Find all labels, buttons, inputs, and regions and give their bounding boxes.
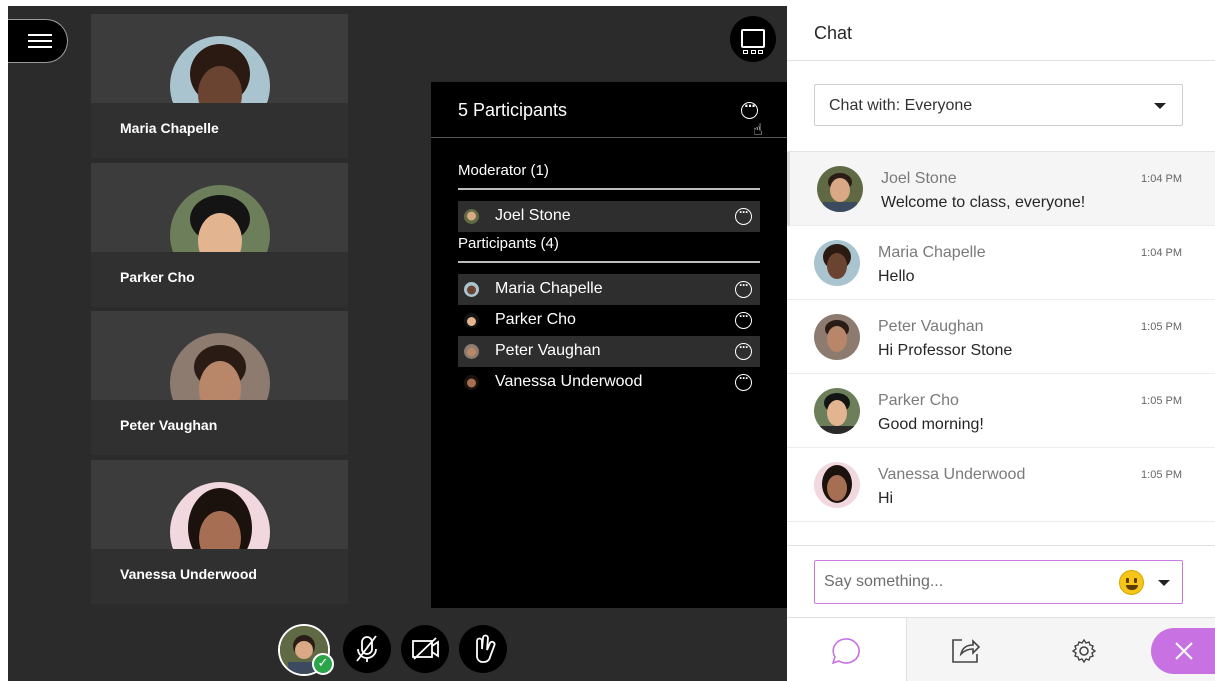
layout-button[interactable] bbox=[730, 16, 776, 62]
more-options-icon[interactable] bbox=[735, 340, 752, 360]
share-content-icon bbox=[952, 639, 981, 663]
video-tile-maria-chapelle[interactable]: Maria Chapelle bbox=[91, 14, 348, 158]
tab-settings[interactable] bbox=[1027, 618, 1147, 681]
raise-hand-button[interactable] bbox=[459, 625, 507, 673]
chat-message[interactable]: Joel Stone 1:04 PM Welcome to class, eve… bbox=[787, 152, 1215, 226]
participant-name: Maria Chapelle bbox=[495, 280, 603, 297]
message-sender: Maria Chapelle bbox=[878, 244, 986, 261]
message-time: 1:05 PM bbox=[1141, 321, 1182, 333]
participant-row-joel-stone[interactable]: Joel Stone bbox=[458, 201, 760, 232]
message-sender: Parker Cho bbox=[878, 392, 959, 409]
tile-name: Peter Vaughan bbox=[120, 417, 218, 433]
message-text: Hi bbox=[878, 490, 894, 507]
tab-chat[interactable] bbox=[787, 618, 907, 681]
message-time: 1:04 PM bbox=[1141, 247, 1182, 259]
more-options-icon[interactable] bbox=[735, 205, 752, 225]
message-text: Good morning! bbox=[878, 416, 984, 433]
chat-message[interactable]: Peter Vaughan 1:05 PM Hi Professor Stone bbox=[787, 300, 1215, 374]
message-time: 1:04 PM bbox=[1141, 173, 1182, 185]
participants-section-header: Participants (4) bbox=[458, 235, 760, 263]
tile-name: Maria Chapelle bbox=[120, 120, 219, 136]
message-sender: Peter Vaughan bbox=[878, 318, 984, 335]
avatar bbox=[814, 240, 860, 286]
chat-panel: Chat Chat with: Everyone Joel Stone 1:04… bbox=[787, 0, 1215, 681]
chat-bubble-icon bbox=[831, 638, 860, 665]
chevron-down-icon bbox=[1154, 103, 1166, 109]
participant-name: Peter Vaughan bbox=[495, 342, 601, 359]
participants-title: 5 Participants bbox=[458, 100, 568, 120]
avatar bbox=[464, 313, 479, 328]
tab-share-content[interactable] bbox=[907, 618, 1027, 681]
raise-hand-icon bbox=[476, 634, 496, 663]
status-check-icon: ✓ bbox=[312, 653, 334, 675]
chat-message-input[interactable] bbox=[824, 571, 1104, 593]
participants-panel: 5 Participants ☝ Moderator (1) Joel Ston… bbox=[431, 82, 787, 608]
participant-row-peter-vaughan[interactable]: Peter Vaughan bbox=[458, 336, 760, 367]
main-menu-button[interactable] bbox=[8, 19, 68, 63]
more-options-icon[interactable] bbox=[735, 278, 752, 298]
message-text: Hello bbox=[878, 268, 915, 285]
panel-tab-bar bbox=[787, 617, 1215, 681]
more-options-icon[interactable] bbox=[735, 371, 752, 391]
message-sender: Joel Stone bbox=[881, 170, 957, 187]
gear-icon bbox=[1071, 638, 1097, 664]
avatar bbox=[464, 209, 479, 224]
participant-name: Parker Cho bbox=[495, 311, 576, 328]
tile-name: Parker Cho bbox=[120, 269, 195, 285]
message-text: Hi Professor Stone bbox=[878, 342, 1013, 359]
chat-message[interactable]: Parker Cho 1:05 PM Good morning! bbox=[787, 374, 1215, 448]
hand-cursor-icon: ☝ bbox=[753, 120, 763, 139]
chat-header: Chat bbox=[787, 0, 1215, 61]
camera-button[interactable] bbox=[401, 625, 449, 673]
avatar bbox=[814, 462, 860, 508]
avatar bbox=[464, 344, 479, 359]
video-tile-peter-vaughan[interactable]: Peter Vaughan bbox=[91, 311, 348, 455]
participant-name: Joel Stone bbox=[495, 207, 571, 224]
message-list: Joel Stone 1:04 PM Welcome to class, eve… bbox=[787, 151, 1215, 546]
avatar bbox=[817, 166, 863, 212]
chat-with-value: Chat with: Everyone bbox=[829, 97, 973, 114]
chat-title: Chat bbox=[814, 23, 853, 43]
avatar bbox=[814, 388, 860, 434]
participants-header: 5 Participants ☝ bbox=[431, 82, 787, 139]
video-stage: Maria Chapelle Parker Cho Peter Vaughan … bbox=[8, 6, 787, 681]
message-time: 1:05 PM bbox=[1141, 469, 1182, 481]
participant-row-maria-chapelle[interactable]: Maria Chapelle bbox=[458, 274, 760, 305]
avatar bbox=[814, 314, 860, 360]
close-icon bbox=[1175, 642, 1193, 660]
microphone-off-icon bbox=[356, 635, 377, 662]
message-time: 1:05 PM bbox=[1141, 395, 1182, 407]
microphone-button[interactable] bbox=[343, 625, 391, 673]
message-composer bbox=[814, 560, 1183, 604]
hamburger-icon bbox=[28, 34, 52, 48]
message-sender: Vanessa Underwood bbox=[878, 466, 1026, 483]
more-options-icon[interactable] bbox=[741, 99, 758, 119]
participant-row-parker-cho[interactable]: Parker Cho bbox=[458, 305, 760, 336]
emoji-icon[interactable] bbox=[1119, 570, 1144, 595]
participant-name: Vanessa Underwood bbox=[495, 373, 643, 390]
video-tile-vanessa-underwood[interactable]: Vanessa Underwood bbox=[91, 460, 348, 604]
more-options-icon[interactable] bbox=[735, 309, 752, 329]
chat-with-select[interactable]: Chat with: Everyone bbox=[814, 84, 1183, 126]
participant-row-vanessa-underwood[interactable]: Vanessa Underwood bbox=[458, 367, 760, 398]
moderator-section-header: Moderator (1) bbox=[458, 162, 760, 190]
video-tile-parker-cho[interactable]: Parker Cho bbox=[91, 163, 348, 307]
compose-area bbox=[787, 545, 1215, 617]
message-text: Welcome to class, everyone! bbox=[881, 194, 1086, 211]
close-panel-button[interactable] bbox=[1151, 628, 1215, 674]
camera-off-icon bbox=[412, 637, 439, 660]
avatar bbox=[464, 282, 479, 297]
avatar bbox=[464, 375, 479, 390]
chat-message[interactable]: Vanessa Underwood 1:05 PM Hi bbox=[787, 448, 1215, 522]
tile-name: Vanessa Underwood bbox=[120, 566, 257, 582]
chat-message[interactable]: Maria Chapelle 1:04 PM Hello bbox=[787, 226, 1215, 300]
chevron-down-icon[interactable] bbox=[1158, 580, 1170, 586]
